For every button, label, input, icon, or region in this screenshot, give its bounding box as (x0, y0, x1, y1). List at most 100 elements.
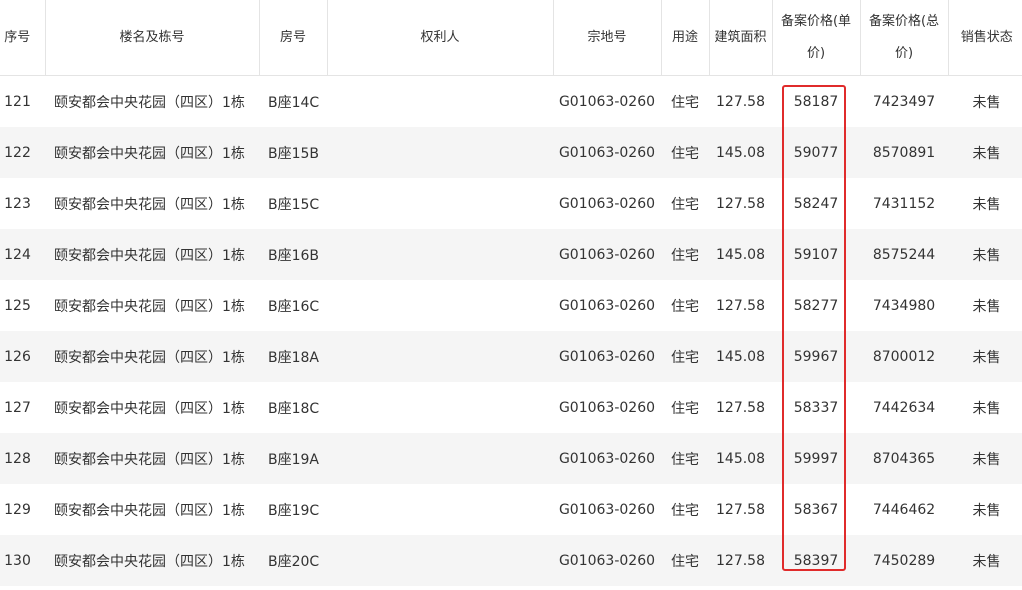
cell-status: 未售 (972, 502, 1001, 519)
cell-area: 145.08 (709, 331, 772, 382)
cell-building: 颐安都会中央花园（四区）1栋 (45, 331, 259, 382)
cell-room: B座16B (259, 229, 327, 280)
header-unit-price: 备案价格(单价) (772, 0, 861, 76)
cell-room: B座18C (268, 400, 320, 417)
cell-unit-price: 58277 (793, 297, 839, 314)
cell-index: 121 (4, 93, 31, 110)
cell-status: 未售 (972, 196, 1001, 213)
cell-parcel: G01063-0260 (558, 93, 656, 110)
cell-usage: 住宅 (661, 535, 709, 586)
cell-usage: 住宅 (671, 94, 699, 111)
table-row: 121 颐安都会中央花园（四区）1栋 B座14C G01063-0260 住宅 127.5… (0, 76, 1022, 128)
table-row: 126 颐安都会中央花园（四区）1栋 B座18A G01063-0260 住宅 145.0… (0, 331, 1022, 382)
cell-total-price: 7434980 (872, 297, 936, 314)
cell-area: 127.58 (716, 195, 765, 212)
cell-usage: 住宅 (671, 196, 699, 213)
cell-room: B座15B (259, 127, 327, 178)
header-usage: 用途 (661, 0, 710, 76)
cell-room: B座19A (259, 433, 327, 484)
cell-building: 颐安都会中央花园（四区）1栋 (45, 229, 259, 280)
header-total-price: 备案价格(总价) (860, 0, 949, 76)
cell-unit-price: 59997 (772, 433, 860, 484)
cell-area: 127.58 (716, 501, 765, 518)
cell-usage: 住宅 (661, 127, 709, 178)
cell-area: 127.58 (716, 297, 765, 314)
cell-parcel: G01063-0260 (558, 297, 656, 314)
cell-status: 未售 (948, 535, 1022, 586)
table-body: 121 颐安都会中央花园（四区）1栋 B座14C G01063-0260 住宅 127.5… (0, 76, 1022, 586)
cell-status: 未售 (948, 229, 1022, 280)
cell-parcel: G01063-0260 (553, 331, 661, 382)
cell-room: B座15C (268, 196, 320, 213)
cell-total-price: 8704365 (860, 433, 948, 484)
cell-owner (327, 229, 553, 280)
cell-owner (327, 127, 553, 178)
cell-total-price: 7442634 (872, 399, 936, 416)
cell-owner (327, 178, 553, 229)
table-header-row: 序号 楼名及栋号 房号 权利人 宗地号 用途 建筑面积 备案价格(单价) 备案价… (0, 0, 1022, 76)
cell-unit-price: 59077 (772, 127, 860, 178)
cell-building: 颐安都会中央花园（四区）1栋 (54, 502, 245, 519)
cell-unit-price: 58367 (793, 501, 839, 518)
cell-owner (327, 280, 553, 331)
cell-room: B座18A (259, 331, 327, 382)
cell-parcel: G01063-0260 (553, 433, 661, 484)
cell-owner (327, 535, 553, 586)
cell-building: 颐安都会中央花园（四区）1栋 (45, 535, 259, 586)
cell-parcel: G01063-0260 (558, 501, 656, 518)
table-row: 122 颐安都会中央花园（四区）1栋 B座15B G01063-0260 住宅 145.0… (0, 127, 1022, 178)
cell-total-price: 7450289 (860, 535, 948, 586)
cell-building: 颐安都会中央花园（四区）1栋 (45, 127, 259, 178)
cell-owner (327, 484, 553, 535)
header-owner: 权利人 (327, 0, 554, 76)
cell-building: 颐安都会中央花园（四区）1栋 (54, 94, 245, 111)
cell-parcel: G01063-0260 (558, 195, 656, 212)
cell-status: 未售 (972, 94, 1001, 111)
cell-index: 124 (0, 229, 45, 280)
cell-building: 颐安都会中央花园（四区）1栋 (54, 298, 245, 315)
table-row: 130 颐安都会中央花园（四区）1栋 B座20C G01063-0260 住宅 127.5… (0, 535, 1022, 586)
cell-parcel: G01063-0260 (553, 229, 661, 280)
header-status: 销售状态 (948, 0, 1022, 76)
header-index: 序号 (0, 0, 46, 76)
cell-usage: 住宅 (671, 298, 699, 315)
cell-unit-price: 58397 (772, 535, 860, 586)
cell-building: 颐安都会中央花园（四区）1栋 (54, 196, 245, 213)
cell-unit-price: 58337 (793, 399, 839, 416)
table-row: 128 颐安都会中央花园（四区）1栋 B座19A G01063-0260 住宅 145.0… (0, 433, 1022, 484)
cell-area: 145.08 (709, 433, 772, 484)
cell-total-price: 8570891 (860, 127, 948, 178)
cell-usage: 住宅 (671, 400, 699, 417)
cell-room: B座14C (268, 94, 320, 111)
cell-usage: 住宅 (661, 331, 709, 382)
table-row: 123 颐安都会中央花园（四区）1栋 B座15C G01063-0260 住宅 127.5… (0, 178, 1022, 229)
header-parcel: 宗地号 (553, 0, 662, 76)
cell-area: 145.08 (709, 229, 772, 280)
table-row: 129 颐安都会中央花园（四区）1栋 B座19C G01063-0260 住宅 127.5… (0, 484, 1022, 535)
cell-room: B座16C (268, 298, 320, 315)
cell-usage: 住宅 (661, 229, 709, 280)
cell-parcel: G01063-0260 (553, 127, 661, 178)
cell-index: 129 (4, 501, 31, 518)
cell-area: 127.58 (709, 535, 772, 586)
table-row: 124 颐安都会中央花园（四区）1栋 B座16B G01063-0260 住宅 145.0… (0, 229, 1022, 280)
cell-index: 127 (4, 399, 31, 416)
cell-index: 123 (4, 195, 31, 212)
cell-status: 未售 (948, 127, 1022, 178)
property-records-table: 序号 楼名及栋号 房号 权利人 宗地号 用途 建筑面积 备案价格(单价) 备案价… (0, 0, 1022, 586)
cell-unit-price: 59107 (772, 229, 860, 280)
cell-index: 130 (0, 535, 45, 586)
cell-building: 颐安都会中央花园（四区）1栋 (54, 400, 245, 417)
cell-building: 颐安都会中央花园（四区）1栋 (45, 433, 259, 484)
cell-unit-price: 59967 (772, 331, 860, 382)
table-row: 127 颐安都会中央花园（四区）1栋 B座18C G01063-0260 住宅 127.5… (0, 382, 1022, 433)
cell-owner (327, 433, 553, 484)
cell-owner (327, 331, 553, 382)
cell-status: 未售 (972, 400, 1001, 417)
cell-status: 未售 (948, 331, 1022, 382)
cell-area: 127.58 (716, 93, 765, 110)
cell-status: 未售 (948, 433, 1022, 484)
header-building: 楼名及栋号 (45, 0, 260, 76)
cell-total-price: 7431152 (872, 195, 936, 212)
header-room: 房号 (259, 0, 328, 76)
